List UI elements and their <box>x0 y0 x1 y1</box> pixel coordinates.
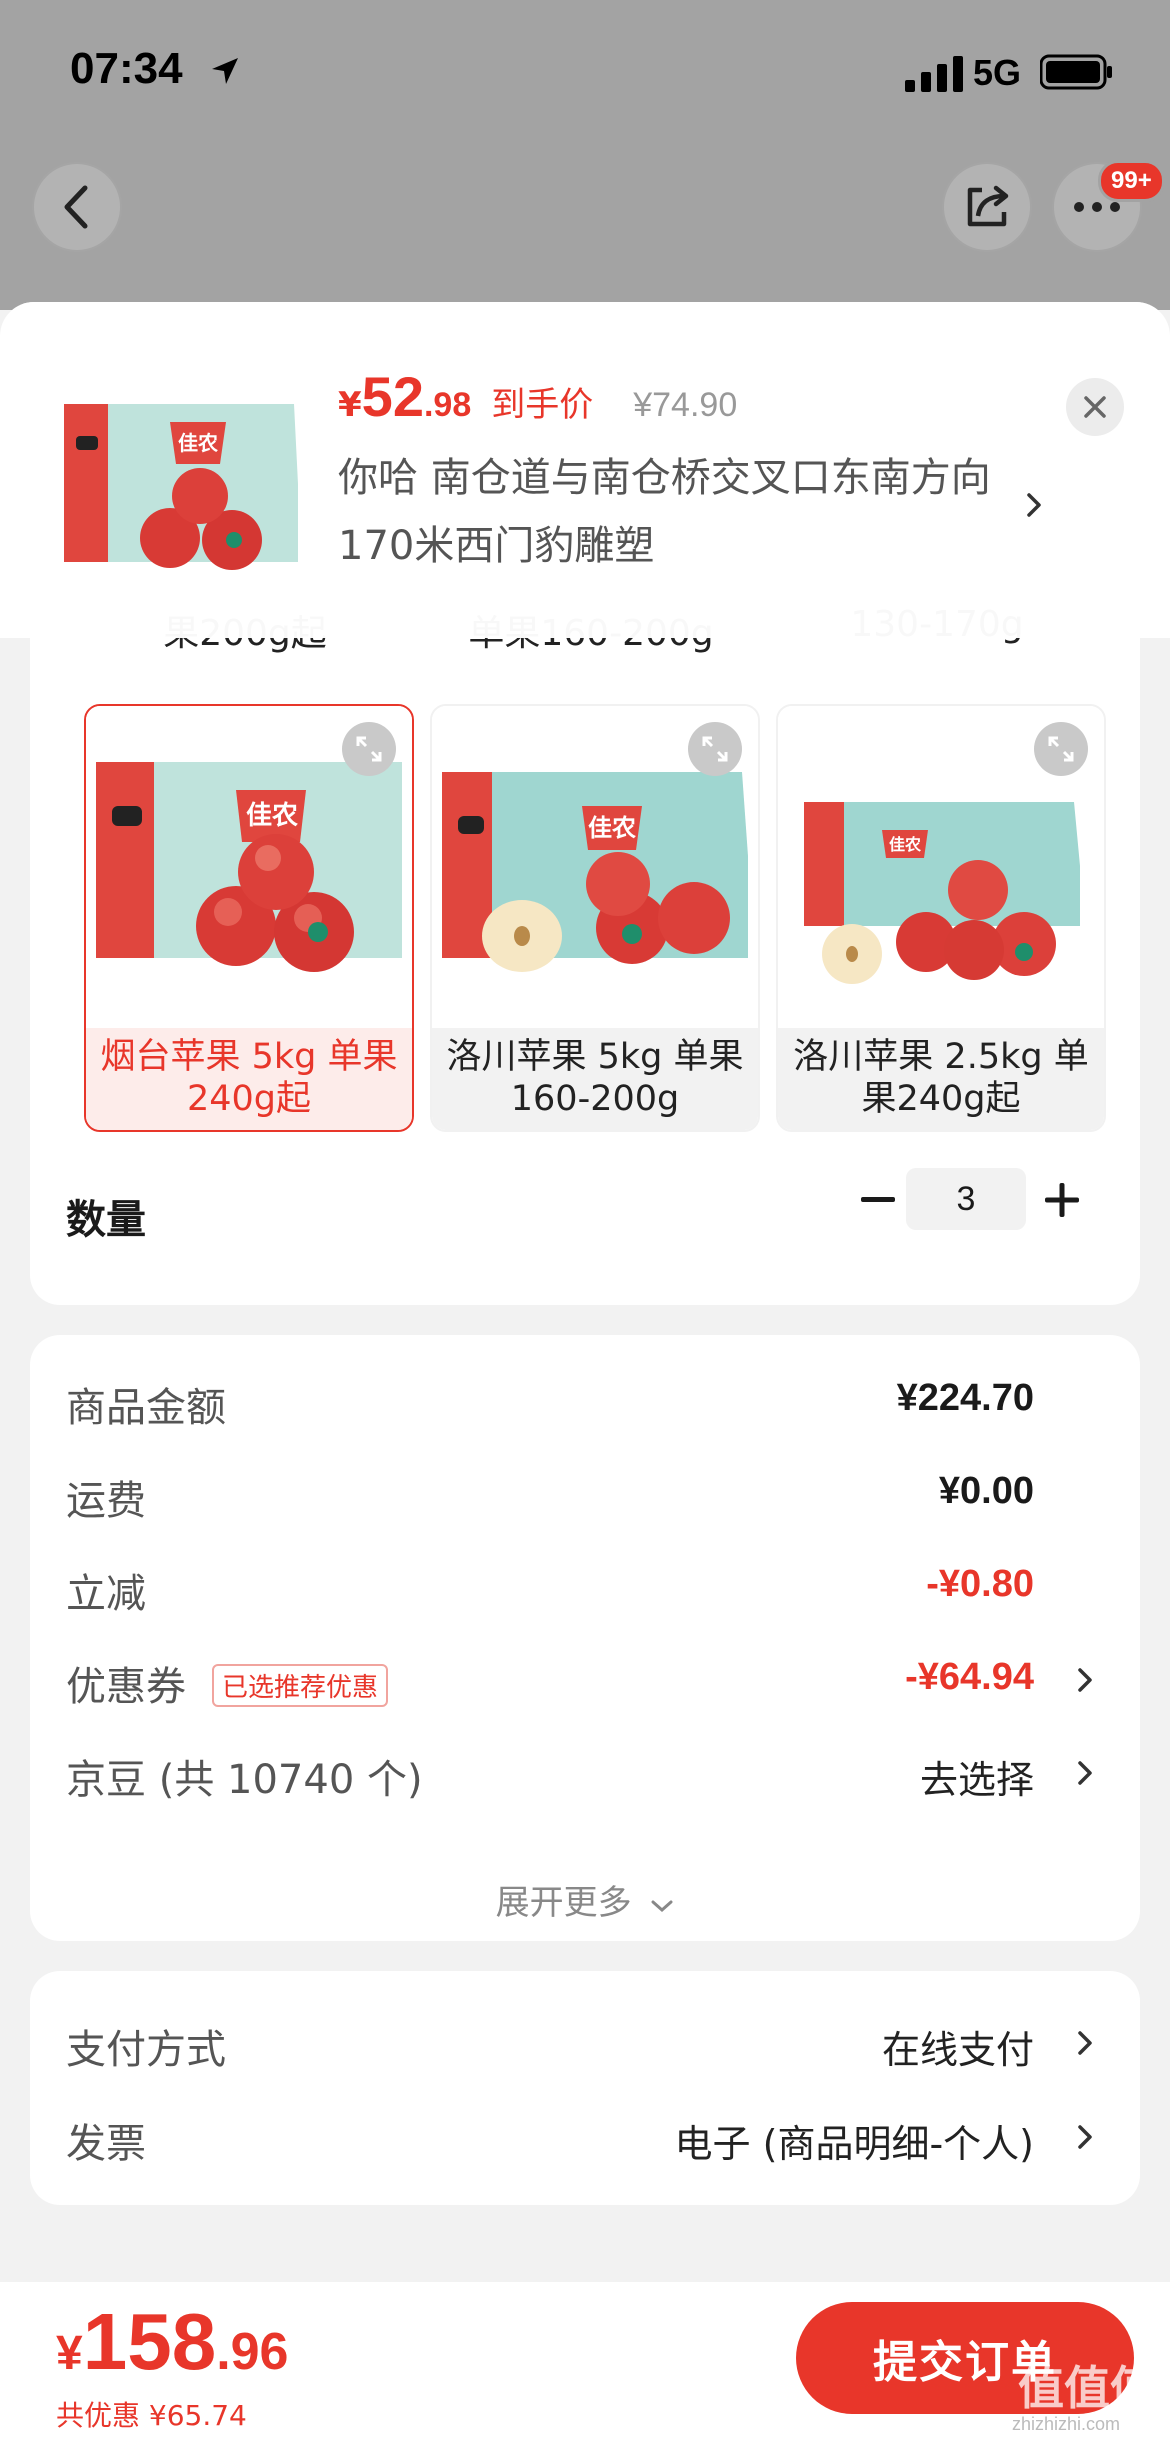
chevron-down-icon <box>651 1900 673 1913</box>
battery-icon <box>1040 54 1112 90</box>
close-icon <box>1084 396 1106 418</box>
row-label: 立减 <box>66 1571 146 1617</box>
notification-badge: 99+ <box>1098 160 1165 202</box>
delivery-address[interactable]: 你哈 南仓道与南仓桥交叉口东南方向170米西门豹雕塑 <box>338 444 1018 580</box>
row-invoice[interactable]: 发票 电子 (商品明细-个人) <box>66 2101 1106 2171</box>
location-arrow-icon <box>212 58 238 84</box>
checkout-bar: ¥ 158 .96 共优惠 ¥65.74 提交订单 <box>0 2282 1170 2445</box>
expand-image-button[interactable] <box>342 722 396 776</box>
status-bar: 07:34 5G <box>0 0 1170 150</box>
row-value: 在线支付 <box>881 2028 1034 2072</box>
total-savings: 共优惠 ¥65.74 <box>56 2399 247 2432</box>
expand-icon <box>1048 736 1074 762</box>
more-dots-icon <box>1074 202 1120 212</box>
chevron-right-icon <box>1027 493 1041 517</box>
total-price: ¥ 158 .96 <box>56 2296 288 2388</box>
quantity-increase-button[interactable] <box>1032 1170 1092 1230</box>
price-decimal: .98 <box>423 386 472 424</box>
minus-icon <box>861 1197 895 1202</box>
row-shipping: 运费 ¥0.00 <box>66 1458 1106 1528</box>
quantity-decrease-button[interactable] <box>848 1170 908 1230</box>
row-label: 商品金额 <box>66 1385 226 1431</box>
expand-icon <box>702 736 728 762</box>
spec-option-label: 烟台苹果 5kg 单果240g起 <box>86 1028 412 1130</box>
share-icon <box>967 185 1009 227</box>
row-value: -¥64.94 <box>905 1656 1034 1698</box>
watermark-url: zhizhizhi.com <box>1012 2414 1121 2434</box>
back-button[interactable] <box>32 162 122 252</box>
brand-text: 佳农 <box>178 431 218 455</box>
row-goods-amount: 商品金额 ¥224.70 <box>66 1365 1106 1435</box>
row-coupon[interactable]: 优惠券 已选推荐优惠 -¥64.94 <box>66 1644 1106 1714</box>
total-decimal: .96 <box>216 2323 289 2381</box>
row-value: -¥0.80 <box>926 1563 1034 1605</box>
close-button[interactable] <box>1066 378 1124 436</box>
row-label: 运费 <box>66 1478 146 1524</box>
row-label: 优惠券 <box>66 1664 186 1710</box>
chevron-right-icon <box>1078 1668 1092 1692</box>
network-type: 5G <box>973 52 1022 93</box>
share-button[interactable] <box>942 162 1032 252</box>
price-currency: ¥ <box>338 385 362 425</box>
plus-icon <box>1045 1183 1079 1217</box>
expand-image-button[interactable] <box>688 722 742 776</box>
product-image: 佳农 <box>86 706 412 1028</box>
row-value: ¥0.00 <box>938 1470 1034 1512</box>
price-detail-card: 商品金额 ¥224.70 运费 ¥0.00 立减 -¥0.80 优惠券 已选推荐… <box>30 1335 1140 1941</box>
total-currency: ¥ <box>56 2327 83 2380</box>
spec-option-luochuan-5kg[interactable]: 佳农 洛川苹果 5kg 单果160-200g <box>430 704 760 1132</box>
price-row: ¥ 52 .98 到手价 ¥74.90 <box>338 364 737 429</box>
spec-option-yantai-5kg[interactable]: 佳农 烟台苹果 5kg 单果240g起 <box>84 704 414 1132</box>
quantity-input[interactable]: 3 <box>906 1168 1026 1230</box>
expand-icon <box>356 736 382 762</box>
spec-selection-sheet: 果200g起 单果160-200g 130-170g 佳农 <box>0 302 1170 2445</box>
row-jingdou[interactable]: 京豆 (共 10740 个) 去选择 <box>66 1737 1106 1807</box>
quantity-label: 数量 <box>66 1197 146 1243</box>
brand-text: 佳农 <box>889 835 921 854</box>
total-integer: 158 <box>82 2297 217 2386</box>
watermark: 值值值 <box>1018 2361 1156 2415</box>
signal-icon <box>905 56 963 92</box>
brand-text: 佳农 <box>246 801 298 831</box>
row-label: 发票 <box>66 2121 146 2167</box>
expand-image-button[interactable] <box>1034 722 1088 776</box>
row-label: 京豆 (共 10740 个) <box>66 1757 423 1803</box>
chevron-right-icon <box>1078 2125 1092 2149</box>
brand-text: 佳农 <box>588 814 636 842</box>
row-payment-method[interactable]: 支付方式 在线支付 <box>66 2007 1106 2077</box>
original-price: ¥74.90 <box>633 386 738 424</box>
chevron-right-icon <box>1078 1761 1092 1785</box>
price-integer: 52 <box>361 365 424 428</box>
spec-option-luochuan-2-5kg[interactable]: 佳农 洛川苹果 2.5kg 单果240g起 <box>776 704 1106 1132</box>
coupon-tag: 已选推荐优惠 <box>212 1664 389 1707</box>
row-value: 去选择 <box>919 1758 1034 1802</box>
product-thumbnail: 佳农 <box>58 364 302 606</box>
row-value: ¥224.70 <box>896 1377 1034 1419</box>
row-instant-discount: 立减 -¥0.80 <box>66 1551 1106 1621</box>
price-tag: 到手价 <box>491 385 594 425</box>
row-value: 电子 (商品明细-个人) <box>674 2122 1034 2166</box>
sheet-header: 佳农 ¥ 52 .98 到手价 ¥74.90 你哈 南仓道与南仓桥交叉口东南方向… <box>0 302 1170 638</box>
status-time: 07:34 <box>70 44 183 93</box>
product-image: 佳农 <box>432 706 758 1028</box>
chevron-right-icon <box>1078 2031 1092 2055</box>
expand-more-button[interactable]: 展开更多 <box>30 1875 1140 1924</box>
chevron-left-icon <box>64 185 88 229</box>
row-label: 支付方式 <box>66 2027 226 2073</box>
payment-card: 支付方式 在线支付 发票 电子 (商品明细-个人) <box>30 1971 1140 2205</box>
spec-option-label: 洛川苹果 5kg 单果160-200g <box>432 1028 758 1130</box>
apple-box-image: 佳农 <box>64 404 298 570</box>
product-image: 佳农 <box>778 706 1104 1028</box>
spec-option-label: 洛川苹果 2.5kg 单果240g起 <box>778 1028 1104 1130</box>
expand-more-label: 展开更多 <box>495 1883 632 1923</box>
